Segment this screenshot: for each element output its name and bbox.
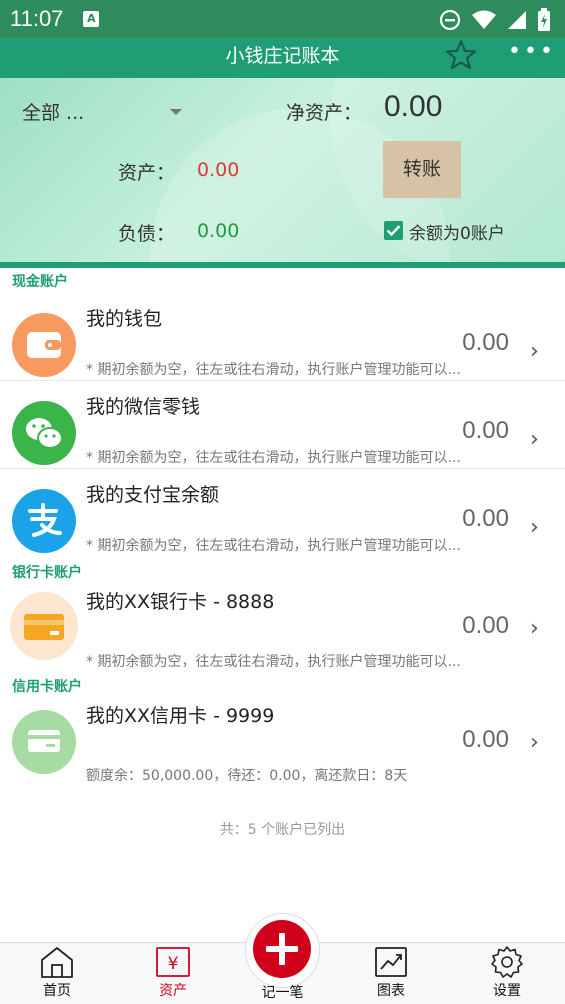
chevron-right-icon: › bbox=[530, 515, 539, 540]
do-not-disturb-icon bbox=[439, 9, 461, 31]
account-amount: 0.00 bbox=[462, 612, 509, 639]
account-amount: 0.00 bbox=[462, 726, 509, 753]
notification-a-icon: A bbox=[83, 11, 100, 27]
yen-icon: ¥ bbox=[156, 947, 190, 977]
status-bar: 11:07 A bbox=[0, 0, 565, 38]
net-assets-label: 净资产： bbox=[286, 102, 363, 124]
app-bar: 小钱庄记账本 ••• bbox=[0, 38, 565, 78]
wechat-icon bbox=[12, 401, 76, 465]
gear-icon bbox=[491, 946, 523, 978]
add-record-button[interactable] bbox=[253, 920, 311, 978]
account-row[interactable]: 我的支付宝余额 0.00 * 期初余额为空，往左或往右滑动，执行账户管理功能可以… bbox=[0, 469, 565, 557]
bank-card-icon bbox=[10, 592, 78, 660]
chart-icon bbox=[375, 947, 407, 977]
chevron-right-icon: › bbox=[530, 616, 539, 641]
account-name: 我的支付宝余额 bbox=[86, 484, 220, 506]
account-row[interactable]: 我的XX信用卡 - 9999 0.00 额度余：50,000.00，待还：0.0… bbox=[0, 698, 565, 786]
status-time: 11:07 bbox=[10, 6, 64, 31]
account-note: * 期初余额为空，往左或往右滑动，执行账户管理功能可以... bbox=[86, 362, 461, 378]
account-amount: 0.00 bbox=[462, 417, 509, 444]
section-title-cash: 现金账户 bbox=[12, 274, 68, 290]
alipay-icon bbox=[12, 489, 76, 553]
add-record-label: 记一笔 bbox=[261, 985, 304, 1001]
account-name: 我的XX信用卡 - 9999 bbox=[86, 705, 275, 727]
transfer-button[interactable]: 转账 bbox=[383, 141, 461, 198]
liabilities-label: 负债： bbox=[118, 223, 176, 245]
account-name: 我的微信零钱 bbox=[86, 396, 201, 418]
checkmark-icon bbox=[386, 225, 401, 237]
dropdown-arrow-icon[interactable] bbox=[170, 109, 182, 115]
favorite-star-icon[interactable] bbox=[444, 38, 478, 72]
account-amount: 0.00 bbox=[462, 505, 509, 532]
nav-assets-label: 资产 bbox=[159, 983, 187, 999]
account-filter-dropdown[interactable]: 全部 ... bbox=[22, 98, 84, 125]
account-amount: 0.00 bbox=[462, 329, 509, 356]
chevron-right-icon: › bbox=[530, 339, 539, 364]
account-name: 我的钱包 bbox=[86, 308, 163, 330]
account-note: * 期初余额为空，往左或往右滑动，执行账户管理功能可以... bbox=[86, 450, 461, 466]
summary-panel: 全部 ... 净资产： 0.00 资产： 0.00 转账 负债： 0.00 余额… bbox=[0, 78, 565, 262]
nav-settings-label: 设置 bbox=[493, 983, 521, 999]
section-title-bank: 银行卡账户 bbox=[12, 565, 82, 581]
liabilities-value: 0.00 bbox=[197, 220, 240, 242]
assets-value: 0.00 bbox=[197, 159, 240, 181]
app-title: 小钱庄记账本 bbox=[225, 45, 340, 67]
section-title-credit: 信用卡账户 bbox=[12, 679, 82, 695]
zero-balance-checkbox[interactable] bbox=[384, 221, 403, 240]
account-note: 额度余：50,000.00，待还：0.00，离还款日：8天 bbox=[86, 768, 408, 784]
nav-home-label: 首页 bbox=[43, 983, 71, 999]
battery-icon bbox=[538, 8, 550, 31]
net-assets-value: 0.00 bbox=[384, 90, 443, 123]
zero-balance-label[interactable]: 余额为0账户 bbox=[409, 219, 505, 244]
chevron-right-icon: › bbox=[530, 427, 539, 452]
wifi-icon bbox=[472, 10, 496, 29]
account-name: 我的XX银行卡 - 8888 bbox=[86, 591, 275, 613]
nav-charts-label: 图表 bbox=[377, 983, 405, 999]
account-count-summary: 共：5 个账户已列出 bbox=[219, 822, 346, 838]
chevron-right-icon: › bbox=[530, 730, 539, 755]
assets-label: 资产： bbox=[118, 162, 176, 184]
account-row[interactable]: 我的钱包 0.00 * 期初余额为空，往左或往右滑动，执行账户管理功能可以...… bbox=[0, 293, 565, 381]
signal-icon bbox=[508, 11, 526, 29]
account-note: * 期初余额为空，往左或往右滑动，执行账户管理功能可以... bbox=[86, 538, 461, 554]
more-options-icon[interactable]: ••• bbox=[508, 39, 556, 64]
home-icon bbox=[41, 947, 73, 978]
wallet-icon bbox=[12, 313, 76, 377]
account-note: * 期初余额为空，往左或往右滑动，执行账户管理功能可以... bbox=[86, 654, 461, 670]
svg-text:¥: ¥ bbox=[168, 954, 179, 974]
credit-card-icon bbox=[12, 710, 76, 774]
account-row[interactable]: 我的微信零钱 0.00 * 期初余额为空，往左或往右滑动，执行账户管理功能可以.… bbox=[0, 381, 565, 469]
plus-icon bbox=[266, 933, 298, 965]
account-row[interactable]: 我的XX银行卡 - 8888 0.00 * 期初余额为空，往左或往右滑动，执行账… bbox=[0, 584, 565, 672]
